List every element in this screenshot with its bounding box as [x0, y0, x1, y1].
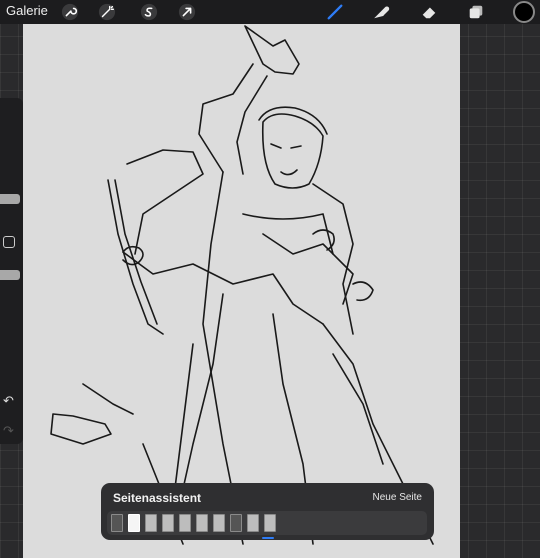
page-assistant-panel: Seitenassistent Neue Seite — [101, 483, 434, 540]
brush-icon[interactable] — [324, 1, 346, 23]
left-sidebar: ↶ ↷ — [0, 98, 23, 444]
wrench-icon[interactable] — [59, 1, 81, 23]
magic-wand-icon[interactable] — [96, 1, 118, 23]
square-modify-icon[interactable] — [3, 236, 15, 248]
page-thumbnail[interactable] — [247, 514, 259, 532]
current-page-indicator — [262, 537, 274, 539]
gallery-button[interactable]: Galerie — [6, 3, 48, 18]
transform-arrow-icon[interactable] — [176, 1, 198, 23]
smudge-icon[interactable] — [370, 1, 392, 23]
redo-icon[interactable]: ↷ — [3, 424, 17, 438]
page-thumbnail[interactable] — [128, 514, 140, 532]
color-picker-button[interactable] — [513, 1, 535, 23]
page-thumbnail[interactable] — [230, 514, 242, 532]
new-page-button[interactable]: Neue Seite — [373, 492, 422, 503]
brush-opacity-slider[interactable] — [0, 270, 20, 280]
undo-icon[interactable]: ↶ — [3, 394, 17, 408]
page-thumbnail[interactable] — [179, 514, 191, 532]
layers-icon[interactable] — [465, 1, 487, 23]
brush-size-slider[interactable] — [0, 194, 20, 204]
top-toolbar: Galerie — [0, 0, 540, 24]
page-thumbnail[interactable] — [111, 514, 123, 532]
page-thumbnail[interactable] — [162, 514, 174, 532]
page-thumbnail-strip — [107, 511, 427, 535]
drawing-canvas[interactable] — [23, 24, 460, 558]
page-thumbnail[interactable] — [196, 514, 208, 532]
selection-s-icon[interactable] — [138, 1, 160, 23]
sketch-artwork — [50, 25, 434, 545]
page-thumbnail[interactable] — [264, 514, 276, 532]
page-thumbnail[interactable] — [213, 514, 225, 532]
page-thumbnail[interactable] — [145, 514, 157, 532]
eraser-icon[interactable] — [418, 1, 440, 23]
page-assistant-title: Seitenassistent — [113, 491, 202, 505]
